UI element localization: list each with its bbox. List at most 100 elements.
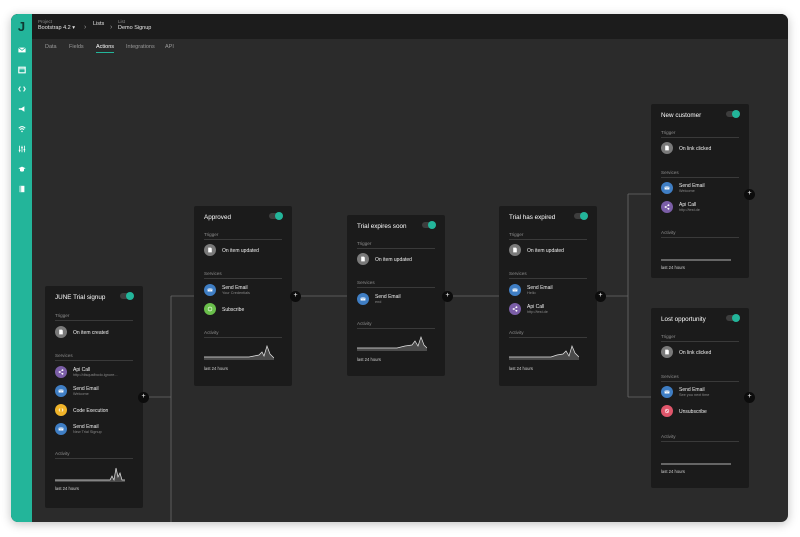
divider <box>357 248 435 249</box>
trigger-label: Trigger <box>357 241 372 246</box>
activity-range: last 24 hours <box>357 357 381 362</box>
service-row[interactable]: Send Email Welcome <box>661 182 741 194</box>
divider <box>509 337 587 338</box>
app-window: J Project Bootstrap 4.2 ▾ › Lists › List… <box>11 14 788 522</box>
trigger-row[interactable]: On item created <box>55 326 135 338</box>
divider <box>509 239 587 240</box>
service-row[interactable]: Api Call http://disqusfbcdo.ignore... <box>55 366 135 378</box>
trigger-name: On item updated <box>222 247 259 254</box>
toggle-knob <box>580 212 588 220</box>
whatsapp-icon <box>204 303 216 315</box>
service-detail: See you next time <box>679 393 710 397</box>
service-row[interactable]: Subscribe <box>204 303 284 315</box>
service-detail: http://disqusfbcdo.ignore... <box>73 373 118 377</box>
service-row[interactable]: Unsubscribe <box>661 405 741 417</box>
document-icon <box>509 244 521 256</box>
divider <box>661 177 739 178</box>
trigger-row[interactable]: On link clicked <box>661 142 741 154</box>
service-detail: Welcome <box>679 189 695 193</box>
workflow-card-trial-has-expired[interactable]: Trial has expired Trigger On item update… <box>499 206 597 386</box>
add-step-button[interactable]: + <box>595 291 606 302</box>
card-title: Trial has expired <box>509 214 556 221</box>
trigger-label: Trigger <box>661 130 676 135</box>
activity-label: Activity <box>55 451 70 456</box>
activity-label: Activity <box>661 434 676 439</box>
workflow-card-june-trial-signup[interactable]: JUNE Trial signup Trigger On item create… <box>45 286 143 508</box>
divider <box>55 320 133 321</box>
trigger-row[interactable]: On item updated <box>509 244 589 256</box>
document-icon <box>204 244 216 256</box>
service-row[interactable]: Send Email Your Credentials <box>204 284 284 296</box>
divider <box>204 278 282 279</box>
card-title: Trial expires soon <box>357 223 407 230</box>
card-title: New customer <box>661 112 702 119</box>
divider <box>661 137 739 138</box>
add-step-button[interactable]: + <box>744 189 755 200</box>
enable-toggle[interactable] <box>269 212 283 220</box>
workflow-card-lost-opportunity[interactable]: Lost opportunity Trigger On link clicked… <box>651 308 749 488</box>
enable-toggle[interactable] <box>120 292 134 300</box>
trigger-row[interactable]: On item updated <box>357 253 437 265</box>
workflow-card-approved[interactable]: Approved Trigger On item updated Service… <box>194 206 292 386</box>
divider <box>357 328 435 329</box>
enable-toggle[interactable] <box>422 221 436 229</box>
envelope-icon <box>661 386 673 398</box>
service-row[interactable]: Code Execution <box>55 404 135 416</box>
divider <box>509 278 587 279</box>
block-icon <box>661 405 673 417</box>
activity-label: Activity <box>509 330 524 335</box>
divider <box>661 381 739 382</box>
trigger-label: Trigger <box>661 334 676 339</box>
service-row[interactable]: Send Email Welcome <box>55 385 135 397</box>
service-row[interactable]: Api Call http://test.de <box>661 201 741 213</box>
document-icon <box>661 142 673 154</box>
envelope-icon <box>509 284 521 296</box>
service-row[interactable]: Send Email New Trial Signup <box>55 423 135 435</box>
add-step-button[interactable]: + <box>442 291 453 302</box>
service-row[interactable]: Send Email Hello <box>509 284 589 296</box>
enable-toggle[interactable] <box>726 110 740 118</box>
trigger-row[interactable]: On link clicked <box>661 346 741 358</box>
enable-toggle[interactable] <box>726 314 740 322</box>
document-icon <box>55 326 67 338</box>
envelope-icon <box>357 293 369 305</box>
activity-range: last 24 hours <box>661 265 685 270</box>
service-detail: Your Credentials <box>222 291 250 295</box>
trigger-name: On link clicked <box>679 349 712 356</box>
activity-range: last 24 hours <box>661 469 685 474</box>
service-name: Code Execution <box>73 407 109 414</box>
service-row[interactable]: Api Call http://test.de <box>509 303 589 315</box>
share-icon <box>55 366 67 378</box>
add-step-button[interactable]: + <box>744 392 755 403</box>
activity-sparkline <box>55 467 125 482</box>
envelope-icon <box>204 284 216 296</box>
add-step-button[interactable]: + <box>138 392 149 403</box>
toggle-knob <box>428 221 436 229</box>
document-icon <box>357 253 369 265</box>
toggle-knob <box>732 110 740 118</box>
divider <box>661 341 739 342</box>
enable-toggle[interactable] <box>574 212 588 220</box>
share-icon <box>509 303 521 315</box>
envelope-icon <box>661 182 673 194</box>
service-row[interactable]: Send Email See you next time <box>661 386 741 398</box>
services-label: Services <box>55 353 73 358</box>
services-label: Services <box>357 280 375 285</box>
add-step-button[interactable]: + <box>290 291 301 302</box>
services-label: Services <box>661 374 679 379</box>
trigger-label: Trigger <box>55 313 70 318</box>
service-row[interactable]: Send Email end <box>357 293 437 305</box>
divider <box>661 237 739 238</box>
divider <box>55 360 133 361</box>
service-detail: Welcome <box>73 392 89 396</box>
services-label: Services <box>509 271 527 276</box>
envelope-icon <box>55 423 67 435</box>
service-detail: New Trial Signup <box>73 430 102 434</box>
workflow-card-new-customer[interactable]: New customer Trigger On link clicked Ser… <box>651 104 749 278</box>
services-label: Services <box>204 271 222 276</box>
trigger-row[interactable]: On item updated <box>204 244 284 256</box>
code-icon <box>55 404 67 416</box>
activity-range: last 24 hours <box>55 486 79 491</box>
workflow-card-trial-expires-soon[interactable]: Trial expires soon Trigger On item updat… <box>347 215 445 376</box>
share-icon <box>661 201 673 213</box>
